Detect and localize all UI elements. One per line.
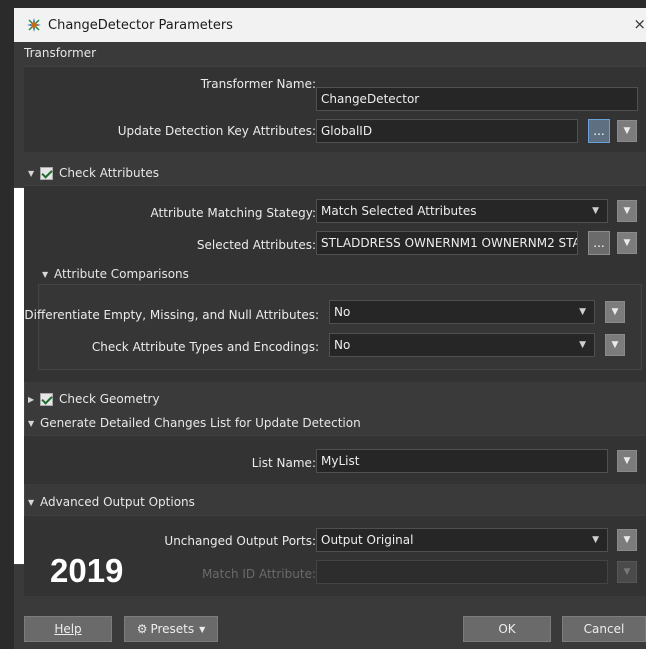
check-attributes-checkbox[interactable] bbox=[40, 166, 53, 180]
differentiate-label: Differentiate Empty, Missing, and Null A… bbox=[24, 308, 319, 322]
update-key-field[interactable]: GlobalID bbox=[316, 119, 578, 143]
transformer-section-label: Transformer bbox=[24, 46, 97, 60]
transformer-header: Transformer bbox=[14, 42, 646, 64]
unchanged-ports-select[interactable]: Output Original ▼ bbox=[316, 528, 608, 552]
strategy-select[interactable]: Match Selected Attributes ▼ bbox=[316, 199, 608, 223]
chevron-down-icon: ▼ bbox=[592, 206, 599, 216]
selected-attributes-label: Selected Attributes: bbox=[196, 238, 316, 252]
selected-attributes-field[interactable]: STLADDRESS OWNERNM1 OWNERNM2 STATUS bbox=[316, 231, 578, 255]
match-id-menu-button: ▼ bbox=[617, 561, 637, 583]
update-key-label: Update Detection Key Attributes: bbox=[117, 124, 316, 138]
selected-attributes-browse-button[interactable]: ... bbox=[588, 231, 610, 255]
unchanged-ports-menu-button[interactable]: ▼ bbox=[617, 529, 637, 551]
match-id-field bbox=[316, 560, 608, 584]
check-attributes-panel: Attribute Matching Stategy: Match Select… bbox=[24, 185, 646, 382]
advanced-header[interactable]: ▼ Advanced Output Options bbox=[28, 491, 195, 513]
ok-button[interactable]: OK bbox=[463, 616, 551, 642]
help-button[interactable]: Help bbox=[24, 616, 112, 642]
check-geometry-header[interactable]: ▶ Check Geometry bbox=[28, 388, 160, 410]
match-id-label: Match ID Attribute: bbox=[201, 567, 316, 581]
attribute-comparisons-header[interactable]: ▼ Attribute Comparisons bbox=[42, 267, 189, 281]
check-attributes-header[interactable]: ▼ Check Attributes bbox=[28, 162, 159, 184]
detailed-changes-header[interactable]: ▼ Generate Detailed Changes List for Upd… bbox=[28, 412, 361, 434]
detailed-changes-label: Generate Detailed Changes List for Updat… bbox=[40, 416, 361, 430]
transformer-panel: Transformer Name: ChangeDetector Update … bbox=[24, 66, 646, 152]
chevron-down-icon: ▼ bbox=[199, 624, 206, 634]
selected-attributes-menu-button[interactable]: ▼ bbox=[617, 232, 637, 254]
expand-triangle-icon[interactable]: ▼ bbox=[28, 169, 40, 178]
transformer-name-label: Transformer Name: bbox=[200, 77, 316, 91]
update-key-browse-button[interactable]: ... bbox=[588, 119, 610, 143]
close-icon[interactable]: × bbox=[633, 15, 646, 33]
collapsed-triangle-icon[interactable]: ▶ bbox=[28, 395, 40, 404]
check-attributes-label: Check Attributes bbox=[59, 166, 159, 180]
unchanged-ports-label: Unchanged Output Ports: bbox=[164, 534, 316, 548]
advanced-label: Advanced Output Options bbox=[40, 495, 195, 509]
attribute-comparisons-box: Differentiate Empty, Missing, and Null A… bbox=[24, 284, 642, 370]
window-title: ChangeDetector Parameters bbox=[48, 17, 233, 33]
expand-triangle-icon[interactable]: ▼ bbox=[28, 498, 40, 507]
check-geometry-checkbox[interactable] bbox=[40, 392, 53, 406]
check-types-label: Check Attribute Types and Encodings: bbox=[91, 340, 319, 354]
list-name-label: List Name: bbox=[251, 456, 316, 470]
cancel-button[interactable]: Cancel bbox=[562, 616, 646, 642]
title-bar: ChangeDetector Parameters × bbox=[14, 8, 646, 42]
attribute-comparisons-label: Attribute Comparisons bbox=[54, 267, 189, 281]
expand-triangle-icon[interactable]: ▼ bbox=[42, 270, 54, 279]
detailed-changes-panel: List Name: MyList ▼ bbox=[24, 435, 646, 484]
fme-transformer-icon bbox=[27, 18, 41, 32]
year-overlay-text: 2019 bbox=[50, 552, 124, 589]
strategy-label: Attribute Matching Stategy: bbox=[150, 206, 316, 220]
strategy-menu-button[interactable]: ▼ bbox=[617, 200, 637, 222]
presets-button[interactable]: ⚙ Presets ▼ bbox=[124, 616, 218, 642]
check-types-select[interactable]: No ▼ bbox=[329, 333, 595, 357]
update-key-menu-button[interactable]: ▼ bbox=[617, 120, 637, 142]
expand-triangle-icon[interactable]: ▼ bbox=[28, 419, 40, 428]
transformer-name-field[interactable]: ChangeDetector bbox=[316, 87, 638, 111]
differentiate-select[interactable]: No ▼ bbox=[329, 300, 595, 324]
parameters-dialog: Transformer Transformer Name: ChangeDete… bbox=[14, 42, 646, 649]
differentiate-menu-button[interactable]: ▼ bbox=[605, 301, 625, 323]
chevron-down-icon: ▼ bbox=[579, 340, 586, 350]
list-name-menu-button[interactable]: ▼ bbox=[617, 450, 637, 472]
presets-gear-icon: ⚙ bbox=[136, 622, 148, 636]
chevron-down-icon: ▼ bbox=[592, 535, 599, 545]
list-name-field[interactable]: MyList bbox=[316, 449, 608, 473]
check-types-menu-button[interactable]: ▼ bbox=[605, 334, 625, 356]
chevron-down-icon: ▼ bbox=[579, 307, 586, 317]
check-geometry-label: Check Geometry bbox=[59, 392, 160, 406]
